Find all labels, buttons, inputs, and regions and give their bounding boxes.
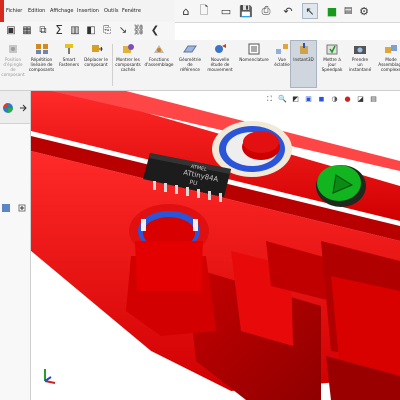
part-tree-icon[interactable] <box>2 204 10 212</box>
exploded-view-label: Vue éclatée <box>274 57 290 67</box>
app-logo[interactable] <box>0 0 4 22</box>
hide-show-icon[interactable]: ◑ <box>330 95 339 104</box>
panel-arrow-icon[interactable] <box>18 103 28 113</box>
zoom-fit-icon[interactable]: ⛶ <box>265 95 274 104</box>
smart-fasteners-button[interactable]: Smart Fasteners <box>57 42 81 88</box>
scene-icon[interactable]: ◪ <box>356 95 365 104</box>
edit-appearance-icon[interactable]: ● <box>343 95 352 104</box>
bom-button[interactable]: Nomenclature <box>235 42 273 88</box>
bom-icon <box>248 43 260 55</box>
large-assembly-label: Mode Assemblage complexe <box>378 57 400 72</box>
socket-body <box>135 241 203 291</box>
move-component-icon <box>92 45 103 52</box>
speedpak-icon <box>326 44 338 55</box>
show-hidden-icon <box>123 44 134 53</box>
zoom-area-icon[interactable]: 🔍 <box>278 95 287 104</box>
assembly-model[interactable]: ATMEL ATtiny84A PU <box>31 91 400 400</box>
new-document-icon[interactable]: 🗋 <box>196 3 212 19</box>
bom-label: Nomenclature <box>239 57 269 62</box>
link-icon[interactable]: ⛓ <box>132 23 146 37</box>
open-icon[interactable]: ▭ <box>218 3 234 19</box>
options-icon[interactable]: ⚙ <box>356 3 372 19</box>
edit-component-icon[interactable]: ▣ <box>4 23 18 37</box>
menu-outils[interactable]: Outils <box>104 8 118 14</box>
large-assembly-button[interactable]: Mode Assemblage complexe <box>374 42 400 88</box>
expand-icon[interactable] <box>18 204 26 212</box>
chevron-left-icon[interactable]: ❮ <box>148 23 162 37</box>
pin-component-button[interactable]: Position d'épingle de composant <box>0 42 26 88</box>
display-style-icon[interactable]: ◼ <box>317 95 326 104</box>
snapshot-button[interactable]: Prendre un instantané <box>346 42 374 88</box>
print-icon[interactable]: ⎙ <box>258 3 274 19</box>
large-assembly-icon <box>385 45 397 53</box>
linear-pattern-button[interactable]: Répétition linéaire de composants <box>27 42 56 88</box>
reference-geometry-label: Géométrie de référence <box>178 57 202 72</box>
smart-fasteners-label: Smart Fasteners <box>58 57 80 67</box>
move-component-label: Déplacer le composant <box>84 57 108 67</box>
arrow-icon[interactable]: ↘ <box>116 23 130 37</box>
copy-icon[interactable]: ⎘ <box>100 23 114 37</box>
show-hidden-label: Montrer les composants cachés <box>115 57 141 72</box>
socket-pin-right <box>193 219 198 231</box>
rebuild-icon[interactable]: ■ <box>324 3 340 19</box>
sum-icon[interactable]: Σ <box>52 23 66 37</box>
assembly-features-icon <box>154 45 164 53</box>
linear-pattern-icon <box>35 44 48 54</box>
speedpak-button[interactable]: Mettre à jour Speedpak <box>318 42 346 88</box>
snapshot-label: Prendre un instantané <box>348 57 372 72</box>
view-settings-icon[interactable]: ▤ <box>369 95 378 104</box>
view-orientation-icon[interactable]: ▣ <box>304 95 313 104</box>
assembly-features-label: Fonctions d'assemblage <box>144 57 174 67</box>
pin-component-label: Position d'épingle de composant <box>1 57 25 77</box>
snapshot-icon <box>354 46 366 54</box>
push-button-top <box>243 131 279 153</box>
move-component-button[interactable]: Déplacer le composant <box>81 42 111 88</box>
feature-manager-panel[interactable] <box>0 91 31 400</box>
linear-pattern-label: Répétition linéaire de composants <box>28 57 55 72</box>
save-icon[interactable]: 💾 <box>238 3 254 19</box>
assembly-features-button[interactable]: Fonctions d'assemblage <box>143 42 175 88</box>
mate-icon[interactable]: ⧉ <box>36 23 50 37</box>
motion-study-label: Nouvelle étude de mouvement <box>207 57 233 72</box>
motion-study-button[interactable]: Nouvelle étude de mouvement <box>205 42 235 88</box>
speedpak-label: Mettre à jour Speedpak <box>321 57 343 72</box>
menu-fichier[interactable]: Fichier <box>6 8 22 14</box>
reference-geometry-icon <box>183 45 197 53</box>
heads-up-toolbar: ⛶ 🔍 ◩ ▣ ◼ ◑ ● ◪ ▤ <box>265 93 400 105</box>
section-view-icon[interactable]: ◩ <box>291 95 300 104</box>
insert-component-icon[interactable]: ▦ <box>20 23 34 37</box>
reference-geometry-button[interactable]: Géométrie de référence <box>175 42 205 88</box>
show-hidden-button[interactable]: Montrer les composants cachés <box>113 42 143 88</box>
section-icon[interactable]: ◧ <box>84 23 98 37</box>
instant3d-label: Instant3D <box>293 57 314 62</box>
instant3d-icon <box>299 43 308 54</box>
display-icon[interactable]: ▤ <box>340 3 356 19</box>
instant3d-button[interactable]: Instant3D <box>290 42 317 88</box>
menu-fenetre[interactable]: Fenêtre <box>122 8 141 14</box>
measure-icon[interactable]: ▥ <box>68 23 82 37</box>
select-icon[interactable]: ↖ <box>302 3 318 19</box>
home-icon[interactable]: ⌂ <box>178 3 194 19</box>
menu-affichage[interactable]: Affichage <box>50 8 74 14</box>
appearance-sphere-icon[interactable] <box>2 102 14 114</box>
graphics-area[interactable]: ATMEL ATtiny84A PU <box>31 91 400 400</box>
motion-study-icon <box>215 44 226 53</box>
menu-edition[interactable]: Edition <box>28 8 45 14</box>
menu-insertion[interactable]: Insertion <box>77 8 99 14</box>
exploded-view-icon <box>276 44 288 54</box>
fastener-icon <box>65 44 73 54</box>
undo-icon[interactable]: ↶ <box>280 3 296 19</box>
socket-pin-left <box>141 219 146 231</box>
pin-icon <box>9 45 17 53</box>
